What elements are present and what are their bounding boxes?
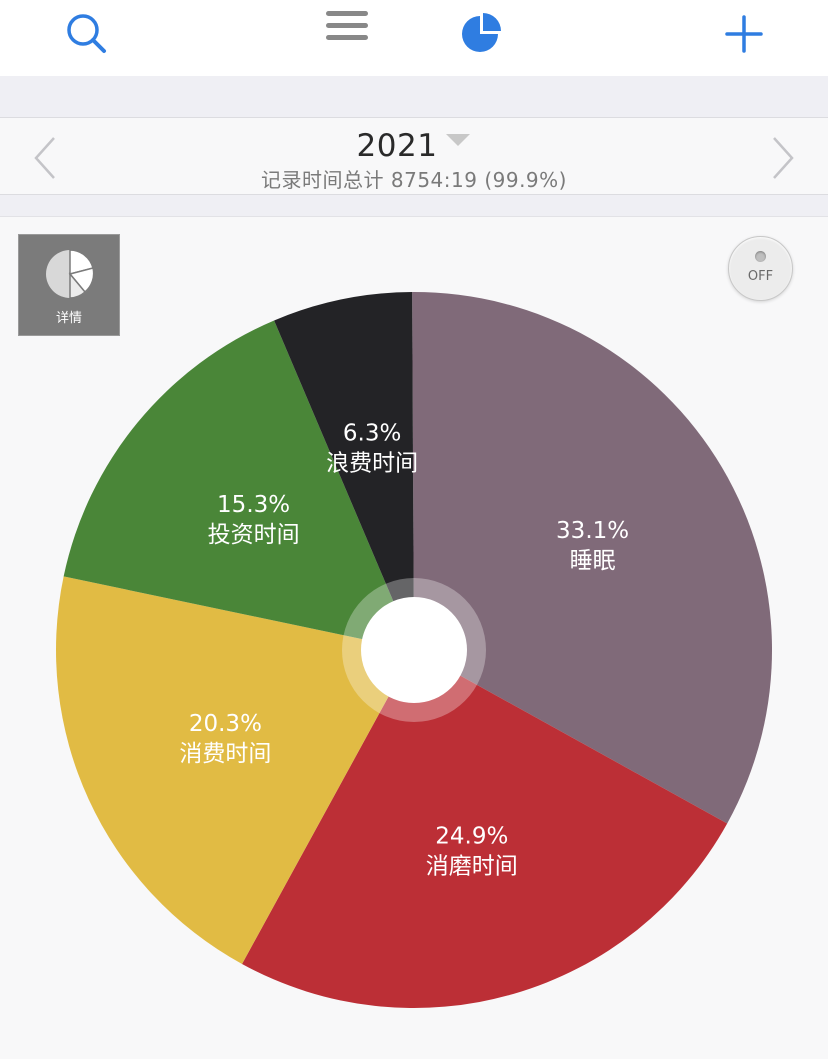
pie-chart: 33.1% 睡眠 24.9% 消磨时间 20.3% 消费时间 15.3% 投资时间 6.3% 浪费… <box>56 291 773 1009</box>
toggle-label: OFF <box>747 269 774 284</box>
detail-button[interactable]: 详情 <box>18 234 120 336</box>
slice-percent-label: 33.1% <box>556 518 629 544</box>
slice-percent-label: 6.3% <box>343 421 401 447</box>
slice-percent-label: 20.3% <box>189 711 262 737</box>
slice-percent-label: 15.3% <box>217 492 290 518</box>
slice-name-label: 消磨时间 <box>426 853 518 879</box>
detail-button-label: 详情 <box>55 311 82 326</box>
slice-name-label: 投资时间 <box>208 522 300 548</box>
off-toggle-button[interactable]: OFF <box>728 236 793 301</box>
slice-name-label: 睡眠 <box>570 548 616 574</box>
toggle-indicator-icon <box>755 251 766 262</box>
slice-name-label: 消费时间 <box>179 741 271 767</box>
center-hole <box>361 597 467 703</box>
pie-detail-icon <box>46 249 95 299</box>
slice-name-label: 浪费时间 <box>326 451 418 477</box>
slice-percent-label: 24.9% <box>435 823 508 849</box>
